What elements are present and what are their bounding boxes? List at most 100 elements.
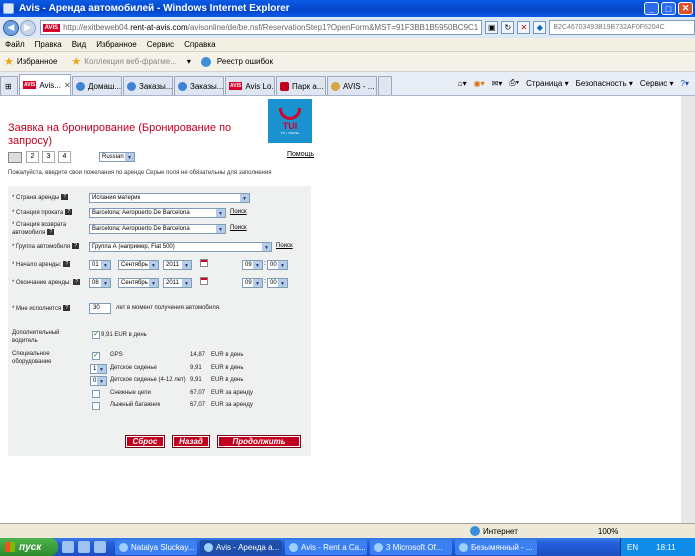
start-button[interactable]: пуск <box>0 538 58 556</box>
step-2[interactable]: 2 <box>26 151 39 163</box>
end-hour-select[interactable]: 09 ▼ <box>242 278 263 288</box>
language-select[interactable]: Russian ▼ <box>99 152 135 162</box>
end-minute-select[interactable]: 00 ▼ <box>267 278 288 288</box>
close-button[interactable]: ✕ <box>678 2 693 15</box>
minimize-button[interactable]: _ <box>644 2 659 15</box>
quick-tabs-button[interactable]: ⊞ <box>0 76 18 95</box>
tab-close-icon[interactable]: ✕ <box>64 81 70 90</box>
start-calendar-icon[interactable] <box>200 259 208 267</box>
chevron-down-icon: ▼ <box>242 196 247 202</box>
country-select[interactable]: Испания материк ▼ <box>89 193 250 203</box>
taskbar-task[interactable]: Avis - Аренда а... <box>200 539 282 555</box>
age-input[interactable]: 30 <box>89 303 111 314</box>
equipment-qty-select[interactable]: 0 ▼ <box>90 376 107 386</box>
car-group-search-link[interactable]: Поиск <box>276 243 293 249</box>
stop-icon[interactable]: ✕ <box>517 21 531 34</box>
search-input[interactable]: B2C46703493B19B732AF0F6204C <box>549 20 695 35</box>
chevron-down-icon: ▼ <box>255 281 260 287</box>
task-label: Natalya Sluckay... <box>131 542 195 552</box>
return-search-link[interactable]: Поиск <box>230 225 247 231</box>
equipment-checkbox[interactable] <box>92 402 100 410</box>
mail-icon[interactable]: ✉▾ <box>492 79 503 88</box>
tab-orders-2[interactable]: Заказы... <box>174 76 224 95</box>
return-station-select[interactable]: Barcelona; Aeropuerto De Barcelona ▼ <box>89 224 226 234</box>
task-app-icon <box>459 542 468 552</box>
menu-tools[interactable]: Сервис <box>147 40 174 49</box>
back-button[interactable]: Назад <box>172 435 210 448</box>
compat-view-icon[interactable]: ▣ <box>485 21 499 34</box>
feeds-icon[interactable]: ◉▾ <box>474 79 485 88</box>
refresh-icon[interactable]: ↻ <box>501 21 515 34</box>
chevron-down-icon: ▼ <box>103 263 108 269</box>
error-log-link[interactable]: Реестр ошибок <box>217 57 273 66</box>
page-menu[interactable]: Страница ▾ <box>526 79 569 88</box>
taskbar-task[interactable]: 3 Microsoft Of... <box>370 539 452 555</box>
start-hour-select[interactable]: 09 ▼ <box>242 260 263 270</box>
print-icon[interactable]: ⎙▾ <box>509 78 519 88</box>
forward-button[interactable]: ▶ <box>19 19 36 36</box>
taskbar-tasks: Natalya Sluckay... Avis - Аренда а... Avis… <box>112 539 537 555</box>
quicklaunch-ie-icon[interactable] <box>62 541 74 553</box>
new-tab-button[interactable] <box>378 76 392 95</box>
keyboard-language[interactable]: EN <box>627 543 638 552</box>
menu-favorites[interactable]: Избранное <box>96 40 137 49</box>
address-input[interactable]: AVIS http://exitbeweb04. rent-at-avis.com… <box>39 20 483 35</box>
equipment-checkbox[interactable]: ✓ <box>92 352 100 360</box>
end-day-select[interactable]: 08 ▼ <box>89 278 111 288</box>
help-icon[interactable]: ?▾ <box>681 79 689 88</box>
end-label: * Окончание аренды:? <box>12 279 80 287</box>
equipment-price: 9,91 <box>190 365 202 371</box>
start-month-select[interactable]: Сентябрь ▼ <box>118 260 159 270</box>
start-day-select[interactable]: 01 ▼ <box>89 260 111 270</box>
taskbar-task[interactable]: Natalya Sluckay... <box>115 539 197 555</box>
maximize-button[interactable]: □ <box>661 2 676 15</box>
taskbar-task[interactable]: Безымянный - ... <box>455 539 537 555</box>
help-link[interactable]: Помощь <box>287 151 314 158</box>
end-year-select[interactable]: 2011 ▼ <box>163 278 192 288</box>
web-slice-gallery[interactable]: Коллекция веб-фрагме... <box>84 57 177 66</box>
back-button[interactable]: ◀ <box>3 19 19 36</box>
car-group-select[interactable]: Группа А (например, Fiat 500) ▼ <box>89 242 272 252</box>
avis-tab-icon: AVIS <box>229 82 243 90</box>
tab-avis-lo[interactable]: AVIS Avis Lo... <box>225 76 275 95</box>
add-favorite-icon[interactable]: ★ <box>71 55 81 68</box>
zoom-level[interactable]: 100% <box>598 527 618 536</box>
menu-edit[interactable]: Правка <box>35 40 62 49</box>
equipment-checkbox[interactable] <box>92 390 100 398</box>
continue-button[interactable]: Продолжить <box>217 435 301 448</box>
menu-file[interactable]: Файл <box>5 40 25 49</box>
tab-avis-active[interactable]: AVIS Avis... ✕ <box>19 74 71 95</box>
tab-label: Парк а... <box>292 81 324 91</box>
tools-menu[interactable]: Сервис ▾ <box>640 79 674 88</box>
end-calendar-icon[interactable] <box>200 277 208 285</box>
quicklaunch-desktop-icon[interactable] <box>78 541 90 553</box>
dropdown-arrow-icon[interactable]: ▾ <box>187 57 191 66</box>
reset-button[interactable]: Сброс <box>125 435 165 448</box>
equipment-qty-select[interactable]: 1 ▼ <box>90 364 107 374</box>
pickup-search-link[interactable]: Поиск <box>230 209 247 215</box>
chevron-down-icon: ▼ <box>218 211 223 217</box>
tab-fleet[interactable]: Парк а... <box>276 76 326 95</box>
home-icon[interactable]: ⌂▾ <box>458 79 467 88</box>
step-4[interactable]: 4 <box>58 151 71 163</box>
start-year-select[interactable]: 2011 ▼ <box>163 260 192 270</box>
tab-orders-1[interactable]: Заказы... <box>123 76 173 95</box>
extra-driver-checkbox[interactable]: ✓ <box>92 331 100 339</box>
vertical-scrollbar[interactable] <box>681 96 695 523</box>
menu-help[interactable]: Справка <box>184 40 215 49</box>
printer-icon[interactable] <box>8 151 22 163</box>
menu-view[interactable]: Вид <box>72 40 86 49</box>
taskbar-task[interactable]: Avis - Rent a Ca... <box>285 539 367 555</box>
favorites-button[interactable]: Избранное <box>17 57 58 66</box>
quicklaunch-media-icon[interactable] <box>94 541 106 553</box>
tab-home[interactable]: Домаш... <box>72 76 122 95</box>
tab-avis-person[interactable]: AVIS - ... <box>327 76 377 95</box>
end-month-select[interactable]: Сентябрь ▼ <box>118 278 159 288</box>
safety-menu[interactable]: Безопасность ▾ <box>576 79 633 88</box>
step-3[interactable]: 3 <box>42 151 55 163</box>
chevron-down-icon: ▼ <box>255 263 260 269</box>
chevron-down-icon: ▼ <box>184 263 189 269</box>
start-minute-select[interactable]: 00 ▼ <box>267 260 288 270</box>
pickup-station-select[interactable]: Barcelona; Aeropuerto De Barcelona ▼ <box>89 208 226 218</box>
equipment-price: 9,91 <box>190 377 202 383</box>
